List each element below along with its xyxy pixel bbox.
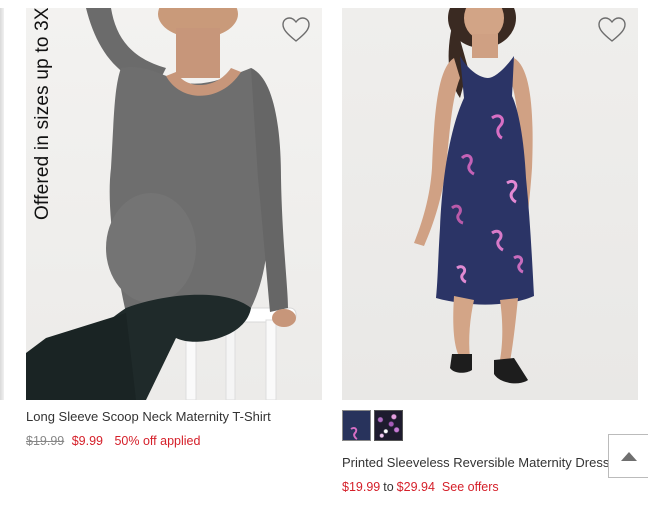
see-offers-link[interactable]: See offers — [442, 480, 499, 494]
color-swatches — [342, 410, 638, 441]
product-title-link[interactable]: Long Sleeve Scoop Neck Maternity T-Shirt — [26, 409, 322, 425]
model-in-grey-tshirt-figure — [26, 8, 297, 400]
price-row: $19.99 $9.99 50% off applied — [26, 434, 322, 448]
swatch-navy[interactable] — [342, 410, 371, 441]
wishlist-heart-icon[interactable] — [598, 17, 626, 43]
sale-price: $9.99 — [71, 434, 103, 448]
caret-up-icon — [620, 452, 637, 461]
price-low: $19.99 — [342, 480, 381, 494]
product-image-tshirt[interactable]: Offered in sizes up to 3X — [26, 8, 322, 400]
size-range-banner: Offered in sizes up to 3X — [32, 8, 53, 220]
price-high: $29.94 — [396, 480, 435, 494]
product-card-tshirt[interactable]: Offered in sizes up to 3X Long Sleeve Sc… — [26, 8, 322, 448]
back-to-top-button[interactable] — [608, 434, 648, 478]
price-row: $19.99 to $29.94 See offers — [342, 480, 638, 494]
product-title-link[interactable]: Printed Sleeveless Reversible Maternity … — [342, 455, 638, 471]
price-separator: to — [383, 480, 394, 494]
original-price: $19.99 — [26, 434, 65, 448]
discount-note: 50% off applied — [114, 434, 201, 448]
product-card-dress[interactable]: Printed Sleeveless Reversible Maternity … — [342, 8, 638, 494]
previous-card-edge — [0, 8, 4, 400]
swatch-print[interactable] — [374, 410, 403, 441]
wishlist-heart-icon[interactable] — [282, 17, 310, 43]
product-image-dress[interactable] — [342, 8, 638, 400]
model-in-navy-dress-figure — [414, 8, 534, 384]
